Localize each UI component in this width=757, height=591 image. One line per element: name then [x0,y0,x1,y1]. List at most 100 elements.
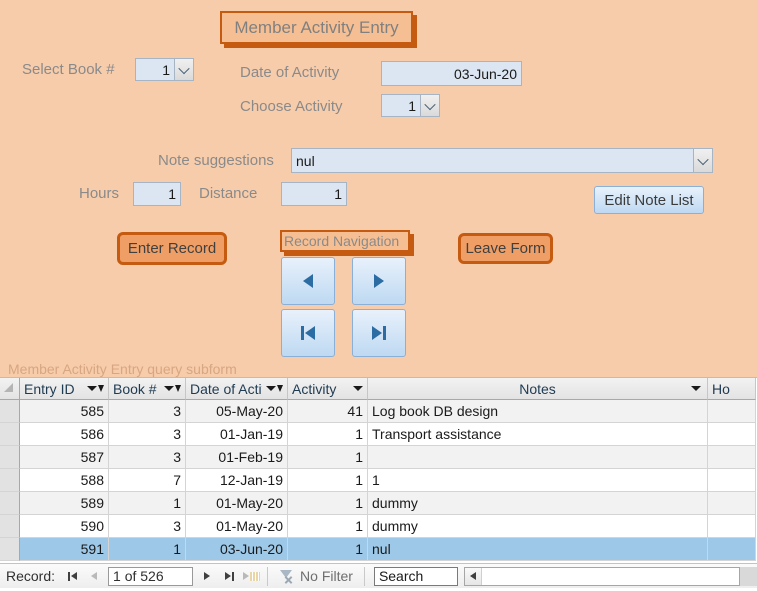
nav-new-record-button[interactable] [240,566,262,587]
column-header-book[interactable]: Book # [109,378,186,400]
cell-notes[interactable] [368,446,708,469]
cell-date[interactable]: 01-May-20 [186,515,288,538]
nav-previous-record-button[interactable] [83,566,105,587]
distance-input[interactable]: 1 [281,182,347,206]
row-selector[interactable] [0,423,20,446]
row-selector[interactable] [0,446,20,469]
horizontal-scrollbar[interactable] [463,566,740,586]
column-header-hours[interactable]: Ho [708,378,756,400]
cell-hours[interactable] [708,492,756,515]
cell-activity[interactable]: 1 [288,446,368,469]
cell-entry_id[interactable]: 587 [20,446,109,469]
first-record-button[interactable] [281,309,335,357]
cell-activity[interactable]: 1 [288,423,368,446]
select-book-label: Select Book # [22,61,115,78]
row-selector[interactable] [0,469,20,492]
table-row[interactable]: 586 3 01-Jan-19 1 Transport assistance [0,423,757,446]
cell-notes[interactable]: Transport assistance [368,423,708,446]
cell-activity[interactable]: 41 [288,400,368,423]
filter-sort-indicator-icon[interactable] [164,385,181,392]
cell-notes[interactable]: 1 [368,469,708,492]
cell-book[interactable]: 3 [109,423,186,446]
cell-date[interactable]: 01-May-20 [186,492,288,515]
row-selector[interactable] [0,400,20,423]
leave-form-button[interactable]: Leave Form [458,233,553,264]
table-row[interactable]: 589 1 01-May-20 1 dummy [0,492,757,515]
table-row[interactable]: 587 3 01-Feb-19 1 [0,446,757,469]
scroll-left-button[interactable] [464,567,482,585]
record-position-input[interactable]: 1 of 526 [108,566,194,586]
cell-entry_id[interactable]: 589 [20,492,109,515]
table-row[interactable]: 591 1 03-Jun-20 1 nul [0,538,757,561]
note-suggestions-combo[interactable]: nul [291,148,713,173]
subform-caption: Member Activity Entry query subform [8,361,237,377]
cell-hours[interactable] [708,423,756,446]
column-header-date-of-activity[interactable]: Date of Activi [186,378,288,400]
cell-hours[interactable] [708,538,756,561]
cell-hours[interactable] [708,446,756,469]
cell-book[interactable]: 1 [109,492,186,515]
column-header-activity[interactable]: Activity [288,378,368,400]
chevron-down-icon[interactable] [174,59,193,80]
row-selector[interactable] [0,515,20,538]
select-book-combo[interactable]: 1 [135,58,194,81]
filter-status-button[interactable]: No Filter [273,568,359,584]
search-input[interactable]: Search [373,566,458,586]
cell-activity[interactable]: 1 [288,469,368,492]
cell-book[interactable]: 7 [109,469,186,492]
table-row[interactable]: 585 3 05-May-20 41 Log book DB design [0,400,757,423]
row-selector[interactable] [0,538,20,561]
cell-entry_id[interactable]: 586 [20,423,109,446]
nav-next-record-button[interactable] [196,566,218,587]
cell-hours[interactable] [708,400,756,423]
cell-book[interactable]: 3 [109,446,186,469]
page-title: Member Activity Entry [234,17,399,37]
cell-entry_id[interactable]: 591 [20,538,109,561]
cell-hours[interactable] [708,515,756,538]
choose-activity-combo[interactable]: 1 [381,94,440,117]
cell-book[interactable]: 3 [109,400,186,423]
cell-date[interactable]: 01-Jan-19 [186,423,288,446]
cell-notes[interactable]: Log book DB design [368,400,708,423]
cell-entry_id[interactable]: 585 [20,400,109,423]
cell-date[interactable]: 12-Jan-19 [186,469,288,492]
scrollbar-track[interactable] [481,567,739,585]
cell-entry_id[interactable]: 590 [20,515,109,538]
next-record-button[interactable] [352,257,406,305]
table-row[interactable]: 588 7 12-Jan-19 1 1 [0,469,757,492]
cell-book[interactable]: 1 [109,538,186,561]
hours-label: Hours [79,185,120,202]
chevron-down-icon[interactable] [693,149,712,172]
column-header-entry-id[interactable]: Entry ID [20,378,109,400]
nav-first-record-button[interactable] [61,566,83,587]
row-selector[interactable] [0,492,20,515]
cell-activity[interactable]: 1 [288,515,368,538]
column-header-notes[interactable]: Notes [368,378,708,400]
cell-activity[interactable]: 1 [288,538,368,561]
cell-notes[interactable]: dummy [368,515,708,538]
filter-sort-indicator-icon[interactable] [266,385,283,392]
cell-activity[interactable]: 1 [288,492,368,515]
sort-indicator-icon[interactable] [691,386,701,391]
edit-note-list-button[interactable]: Edit Note List [594,186,704,214]
cell-date[interactable]: 03-Jun-20 [186,538,288,561]
sort-indicator-icon[interactable] [353,386,363,391]
nav-last-record-button[interactable] [218,566,240,587]
cell-notes[interactable]: nul [368,538,708,561]
cell-hours[interactable] [708,469,756,492]
enter-record-button[interactable]: Enter Record [117,232,227,265]
cell-notes[interactable]: dummy [368,492,708,515]
chevron-down-icon[interactable] [420,95,439,116]
query-subform-datasheet: Entry ID Book # Date of Activi Activity … [0,377,757,591]
cell-entry_id[interactable]: 588 [20,469,109,492]
select-all-corner[interactable] [0,378,20,400]
date-of-activity-input[interactable]: 03-Jun-20 [381,61,522,86]
previous-record-button[interactable] [281,257,335,305]
cell-book[interactable]: 3 [109,515,186,538]
cell-date[interactable]: 05-May-20 [186,400,288,423]
last-record-button[interactable] [352,309,406,357]
table-row[interactable]: 590 3 01-May-20 1 dummy [0,515,757,538]
filter-sort-indicator-icon[interactable] [87,385,104,392]
cell-date[interactable]: 01-Feb-19 [186,446,288,469]
hours-input[interactable]: 1 [133,182,181,206]
